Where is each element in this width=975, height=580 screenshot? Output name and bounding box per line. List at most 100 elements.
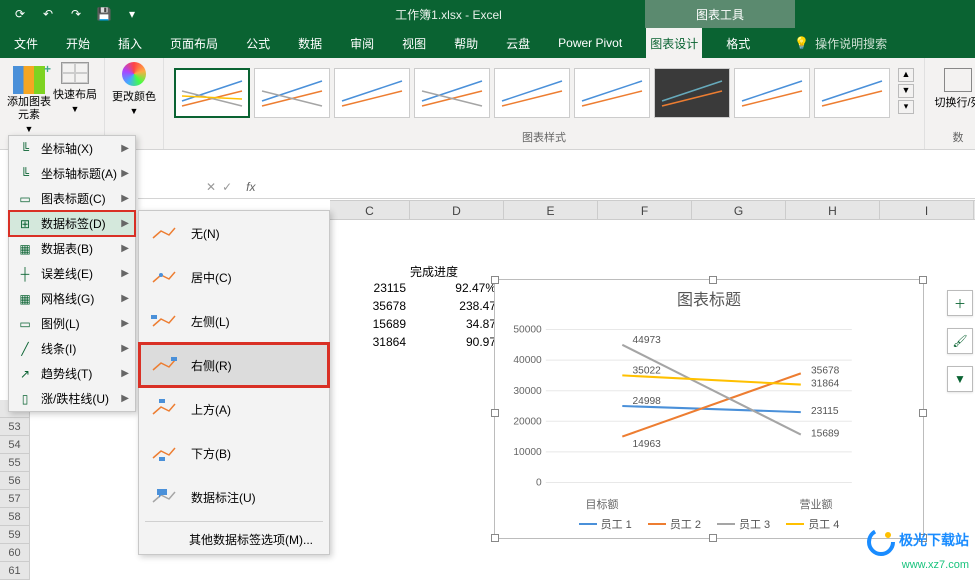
row-header[interactable]: 54 [0,436,30,454]
menu-chart-title[interactable]: ▭图表标题(C)▶ [9,186,135,211]
tab-cloud[interactable]: 云盘 [502,28,534,58]
tab-view[interactable]: 视图 [398,28,430,58]
qat-more-icon[interactable]: ▾ [122,4,142,24]
menu-data-labels[interactable]: ⊞数据标签(D)▶ [9,211,135,236]
row-header[interactable]: 61 [0,562,30,580]
cell[interactable]: 238.47 [410,299,500,317]
series-line-4[interactable] [622,375,801,384]
chart-style-8[interactable] [734,68,810,118]
chart-title-icon: ▭ [17,191,33,207]
chart-styles-button[interactable]: 🖌 [947,328,973,354]
styles-scroll-down[interactable]: ▼ [898,84,914,98]
chart-elements-button[interactable]: ＋ [947,290,973,316]
resize-handle[interactable] [491,409,499,417]
submenu-right[interactable]: 右侧(R) [139,343,329,387]
menu-gridlines[interactable]: ▦网格线(G)▶ [9,286,135,311]
row-header[interactable]: 56 [0,472,30,490]
styles-scroll-up[interactable]: ▲ [898,68,914,82]
menu-lines[interactable]: ╱线条(I)▶ [9,336,135,361]
tab-power-pivot[interactable]: Power Pivot [554,28,626,58]
tab-page-layout[interactable]: 页面布局 [166,28,222,58]
cancel-formula-icon[interactable]: ✕ [206,180,216,194]
chart-style-3[interactable] [334,68,410,118]
cell[interactable]: 90.97 [410,335,500,353]
col-header[interactable]: E [504,201,598,219]
callout-icon [151,487,177,507]
cell[interactable]: 31864 [330,335,410,353]
tab-formula[interactable]: 公式 [242,28,274,58]
tab-insert[interactable]: 插入 [114,28,146,58]
tab-file[interactable]: 文件 [10,28,42,58]
resize-handle[interactable] [491,534,499,542]
add-chart-element-button[interactable]: 添加图表元素 ▼ [6,62,52,134]
chart-plot-area[interactable]: 0 10000 20000 30000 40000 50000 24998 14… [505,316,913,496]
tab-review[interactable]: 审阅 [346,28,378,58]
resize-handle[interactable] [919,409,927,417]
cell[interactable]: 23115 [330,281,410,299]
menu-trendline[interactable]: ↗趋势线(T)▶ [9,361,135,386]
tab-data[interactable]: 数据 [294,28,326,58]
chart-style-5[interactable] [494,68,570,118]
redo-icon[interactable]: ↷ [66,4,86,24]
row-header[interactable]: 57 [0,490,30,508]
row-header[interactable]: 53 [0,418,30,436]
chart-style-1[interactable] [174,68,250,118]
chart-style-9[interactable] [814,68,890,118]
row-header[interactable]: 58 [0,508,30,526]
styles-more[interactable]: ▾ [898,100,914,114]
switch-row-column-button[interactable]: 切换行/列 [931,62,975,110]
row-header[interactable]: 59 [0,526,30,544]
tab-help[interactable]: 帮助 [450,28,482,58]
resize-handle[interactable] [709,276,717,284]
col-header[interactable]: G [692,201,786,219]
col-header[interactable]: D [410,201,504,219]
cell[interactable]: 34.87 [410,317,500,335]
tell-me-search[interactable]: 💡 操作说明搜索 [794,35,887,52]
submenu-none[interactable]: 无(N) [139,211,329,255]
row-header[interactable]: 60 [0,544,30,562]
chart-style-7[interactable] [654,68,730,118]
save-icon[interactable]: 💾 [94,4,114,24]
col-header[interactable]: H [786,201,880,219]
cell[interactable]: 15689 [330,317,410,335]
submenu-center[interactable]: 居中(C) [139,255,329,299]
fx-icon[interactable]: fx [240,180,255,194]
quick-layout-button[interactable]: 快速布局 ▼ [52,62,98,114]
tab-chart-design[interactable]: 图表设计 [646,28,702,58]
resize-handle[interactable] [491,276,499,284]
resize-handle[interactable] [709,534,717,542]
data-table-icon: ▦ [17,241,33,257]
menu-data-table[interactable]: ▦数据表(B)▶ [9,236,135,261]
cell[interactable]: 92.47% [410,281,500,299]
submenu-below[interactable]: 下方(B) [139,431,329,475]
chart-style-2[interactable] [254,68,330,118]
chart-style-4[interactable] [414,68,490,118]
col-header[interactable]: C [330,201,410,219]
undo-icon[interactable]: ↶ [38,4,58,24]
tab-format[interactable]: 格式 [722,28,754,58]
chart-x-axis: 目标额 营业额 [495,496,923,512]
menu-axes[interactable]: ╚坐标轴(X)▶ [9,136,135,161]
change-colors-button[interactable]: 更改颜色 ▼ [111,62,157,116]
tab-home[interactable]: 开始 [62,28,94,58]
submenu-more-options[interactable]: 其他数据标签选项(M)... [139,524,329,554]
embedded-chart[interactable]: 图表标题 0 10000 20000 30000 40000 50000 249… [494,279,924,539]
chart-filters-button[interactable]: ▼ [947,366,973,392]
cell[interactable]: 35678 [330,299,410,317]
enter-formula-icon[interactable]: ✓ [222,180,232,194]
resize-handle[interactable] [919,276,927,284]
menu-error-bars[interactable]: ┼误差线(E)▶ [9,261,135,286]
menu-updown-bars[interactable]: ▯涨/跌柱线(U)▶ [9,386,135,411]
col-header[interactable]: I [880,201,974,219]
menu-legend[interactable]: ▭图例(L)▶ [9,311,135,336]
col-header[interactable]: F [598,201,692,219]
submenu-left[interactable]: 左侧(L) [139,299,329,343]
menu-axis-titles[interactable]: ╚坐标轴标题(A)▶ [9,161,135,186]
chart-legend[interactable]: 员工 1 员工 2 员工 3 员工 4 [495,512,923,536]
submenu-data-callout[interactable]: 数据标注(U) [139,475,329,519]
submenu-above[interactable]: 上方(A) [139,387,329,431]
row-header[interactable]: 55 [0,454,30,472]
autosave-icon[interactable]: ⟳ [10,4,30,24]
chart-style-6[interactable] [574,68,650,118]
chart-title[interactable]: 图表标题 [495,280,923,316]
